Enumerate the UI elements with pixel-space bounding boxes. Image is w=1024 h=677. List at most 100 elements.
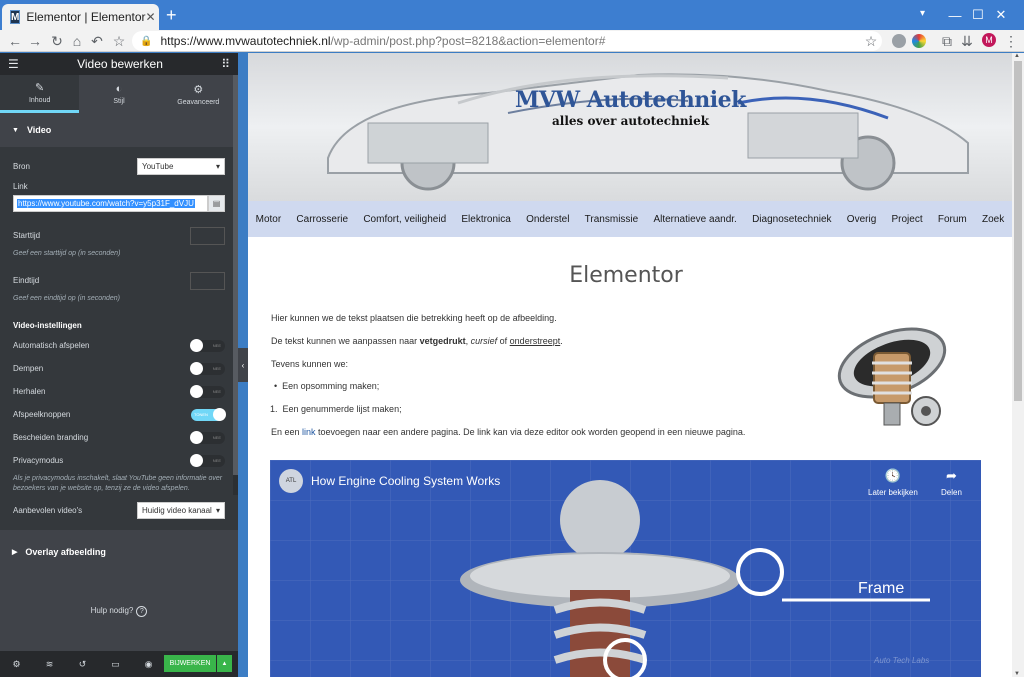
end-row: Eindtijd xyxy=(13,269,225,292)
nav-item[interactable]: Transmissie xyxy=(585,214,639,225)
paragraph-1: Hier kunnen we de tekst plaatsen die bet… xyxy=(271,313,557,323)
autoplay-toggle[interactable]: NEE xyxy=(190,338,225,352)
preview-eye-icon[interactable]: ◉ xyxy=(132,659,165,670)
reload-icon[interactable]: ↻ xyxy=(48,32,66,50)
tab-content-label: Inhoud xyxy=(28,97,51,104)
address-bar[interactable]: 🔒 https://www.mvwautotechniek.nl/wp-admi… xyxy=(132,31,882,51)
site-tagline: alles over autotechniek xyxy=(552,114,710,128)
responsive-mode-icon[interactable]: ▭ xyxy=(99,659,132,670)
recommended-select[interactable]: Huidig video kanaal ▾ xyxy=(137,501,225,519)
page-title: Elementor xyxy=(569,263,683,288)
loop-toggle[interactable]: NEE xyxy=(190,384,225,398)
paragraph-3: Tevens kunnen we: xyxy=(271,359,349,369)
update-button[interactable]: BIJWERKEN xyxy=(164,655,216,672)
branding-toggle[interactable]: NEE xyxy=(190,430,225,444)
save-options-caret-icon[interactable]: ▲ xyxy=(217,655,232,672)
menu-icon[interactable]: ⋮ xyxy=(1002,32,1020,50)
widgets-grid-icon[interactable]: ⠿ xyxy=(221,57,230,71)
controls-label: Afspeelknoppen xyxy=(13,410,71,419)
section-video-header[interactable]: ▼ Video xyxy=(0,113,238,147)
bookmark-page-icon[interactable]: ☆ xyxy=(862,32,880,50)
nav-item[interactable]: Project xyxy=(891,214,922,225)
toggle-knob xyxy=(190,338,203,352)
nav-item[interactable]: Comfort, veiligheid xyxy=(363,214,446,225)
scroll-up-arrow-icon[interactable]: ▲ xyxy=(1014,53,1020,59)
panel-scroll-thumb[interactable] xyxy=(233,75,238,475)
tab-style[interactable]: ◐ Stijl xyxy=(79,75,158,113)
panel-scrollbar[interactable] xyxy=(233,75,238,495)
link-input[interactable]: https://www.youtube.com/watch?v=y5p31F_d… xyxy=(13,195,208,212)
channel-logo[interactable]: ATL xyxy=(279,469,303,493)
nav-item[interactable]: Onderstel xyxy=(526,214,569,225)
source-select[interactable]: YouTube ▾ xyxy=(137,158,225,175)
nav-item[interactable]: Forum xyxy=(938,214,967,225)
panel-header: ☰ Video bewerken ⠿ xyxy=(0,53,238,75)
clock-icon: 🕓 xyxy=(884,468,901,483)
settings-gear-icon[interactable]: ⚙ xyxy=(0,659,33,670)
site-header: MVW Autotechniek alles over autotechniek xyxy=(248,53,1012,201)
source-value: YouTube xyxy=(142,162,174,171)
extension-icon[interactable] xyxy=(892,34,906,48)
nav-item[interactable]: Motor xyxy=(256,214,282,225)
paragraph-4: En een link toevoegen naar een andere pa… xyxy=(271,427,745,437)
tab-advanced[interactable]: ⚙ Geavanceerd xyxy=(159,75,238,113)
share-label: Delen xyxy=(941,488,962,497)
youtube-video-embed[interactable]: ATL How Engine Cooling System Works 🕓 La… xyxy=(270,460,981,677)
privacy-toggle[interactable]: NEE xyxy=(190,453,225,467)
home-icon[interactable]: ⌂ xyxy=(68,32,86,50)
undo-icon[interactable]: ↶ xyxy=(88,32,106,50)
nav-item[interactable]: Overig xyxy=(847,214,876,225)
nav-item[interactable]: Zoek xyxy=(982,214,1004,225)
scroll-down-arrow-icon[interactable]: ▼ xyxy=(1014,671,1020,677)
extensions-icon[interactable]: ⇊ xyxy=(958,32,976,50)
history-icon[interactable]: ↺ xyxy=(66,659,99,670)
bookmark-star-icon[interactable]: ☆ xyxy=(110,32,128,50)
browser-tab[interactable]: M Elementor | Elementor ✕ xyxy=(2,4,159,30)
dynamic-tags-icon[interactable]: ▤ xyxy=(208,195,225,212)
p4-link[interactable]: link xyxy=(302,427,316,437)
mute-toggle[interactable]: NEE xyxy=(190,361,225,375)
new-tab-button[interactable]: + xyxy=(166,6,177,24)
toggle-state: NEE xyxy=(212,388,221,394)
end-input[interactable] xyxy=(190,271,225,290)
pencil-icon: ✎ xyxy=(35,82,45,94)
share-button[interactable]: ➦ Delen xyxy=(941,468,962,497)
toggle-knob xyxy=(190,453,203,467)
close-window-button[interactable]: ✕ xyxy=(978,0,1024,30)
nav-item[interactable]: Carrosserie xyxy=(296,214,348,225)
hamburger-menu-icon[interactable]: ☰ xyxy=(8,57,19,71)
watch-later-button[interactable]: 🕓 Later bekijken xyxy=(868,468,918,497)
video-watermark: Auto Tech Labs xyxy=(874,656,930,665)
toggle-row-loop: Herhalen NEE xyxy=(13,380,225,403)
start-input[interactable] xyxy=(190,226,225,245)
toggle-state: NEE xyxy=(212,342,221,348)
tab-style-label: Stijl xyxy=(113,98,125,105)
site-brand[interactable]: MVW Autotechniek xyxy=(515,87,746,113)
crop-icon[interactable]: ⧉ xyxy=(938,32,956,50)
browser-scroll-thumb[interactable] xyxy=(1014,61,1022,401)
contrast-icon: ◐ xyxy=(115,83,123,95)
back-icon[interactable]: ← xyxy=(6,32,24,50)
tab-close-icon[interactable]: ✕ xyxy=(146,10,156,24)
video-title[interactable]: How Engine Cooling System Works xyxy=(311,474,500,488)
color-picker-extension-icon[interactable] xyxy=(912,34,926,48)
collapse-panel-button[interactable]: ‹ xyxy=(238,348,248,382)
nav-item[interactable]: Elektronica xyxy=(461,214,510,225)
caret-right-icon: ▶ xyxy=(12,549,18,556)
link-field[interactable]: https://www.youtube.com/watch?v=y5p31F_d… xyxy=(13,195,225,212)
toggle-row-mute: Dempen NEE xyxy=(13,357,225,380)
caret-down-icon: ▼ xyxy=(12,126,19,134)
nav-item[interactable]: Diagnosetechniek xyxy=(752,214,832,225)
tab-search-icon[interactable]: ▾ xyxy=(920,8,925,19)
navigator-layers-icon[interactable]: ≋ xyxy=(33,659,66,670)
nav-item[interactable]: Alternatieve aandr. xyxy=(653,214,736,225)
help-link[interactable]: Hulp nodig?? xyxy=(0,606,238,617)
p2-italic: cursief xyxy=(470,336,498,346)
tab-content[interactable]: ✎ Inhoud xyxy=(0,75,80,113)
profile-avatar[interactable]: M xyxy=(982,33,996,47)
controls-toggle[interactable]: TONEN xyxy=(191,407,226,421)
browser-scrollbar[interactable]: ▲ ▼ xyxy=(1012,53,1024,677)
chevron-down-icon: ▾ xyxy=(215,505,220,515)
forward-icon[interactable]: → xyxy=(26,32,44,50)
section-overlay-header[interactable]: ▶ Overlay afbeelding xyxy=(0,536,238,568)
